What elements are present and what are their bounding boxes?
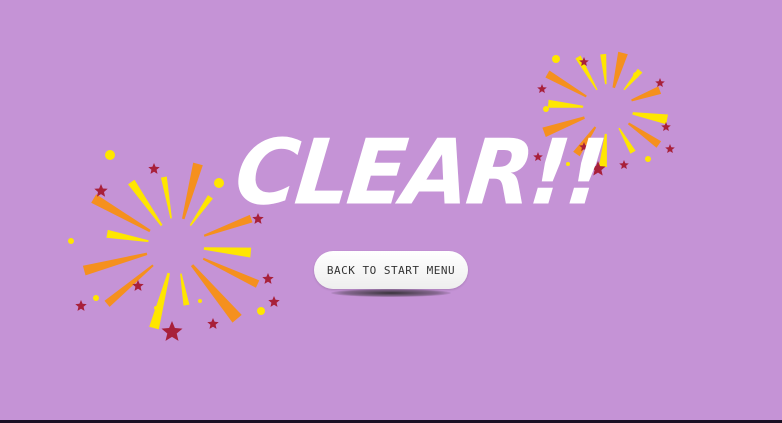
burst-ray [600,53,607,85]
star-icon [207,318,219,329]
star-icon [661,122,671,131]
burst-ray [618,127,636,154]
star-icon [537,84,547,93]
button-shadow [331,289,451,297]
sparkle-dot [257,307,265,315]
sparkle-dot [633,72,639,78]
back-to-start-menu-button[interactable]: BACK TO START MENU [314,251,468,289]
star-icon [148,163,160,174]
sparkle-dot [68,238,74,244]
sparkle-dot [105,150,115,160]
burst-ray [203,247,252,258]
burst-ray [82,252,148,276]
game-screen: CLEAR!! BACK TO START MENU [0,0,782,420]
burst-ray [631,86,662,102]
burst-ray [547,99,584,108]
sparkle-dot [645,156,651,162]
star-icon [262,273,274,284]
sparkle-dot [214,178,224,188]
clear-title: CLEAR!! [230,120,609,226]
star-icon [75,300,87,311]
burst-ray [149,272,170,330]
burst-ray [627,122,662,148]
star-icon [268,296,280,307]
burst-ray [160,176,172,219]
sparkle-dot [93,295,99,301]
star-icon [161,321,183,341]
burst-ray [189,195,213,226]
burst-ray [104,264,154,307]
star-icon [619,160,629,169]
sparkle-dot [552,55,560,63]
sparkle-dot [198,299,202,303]
sparkle-dot [543,106,549,112]
sparkle-dot [154,306,158,310]
star-icon [655,78,665,87]
star-icon [665,144,675,153]
burst-ray [545,70,587,98]
burst-ray [632,112,668,125]
burst-ray [623,68,643,91]
burst-ray [612,51,628,89]
burst-ray [180,273,190,306]
